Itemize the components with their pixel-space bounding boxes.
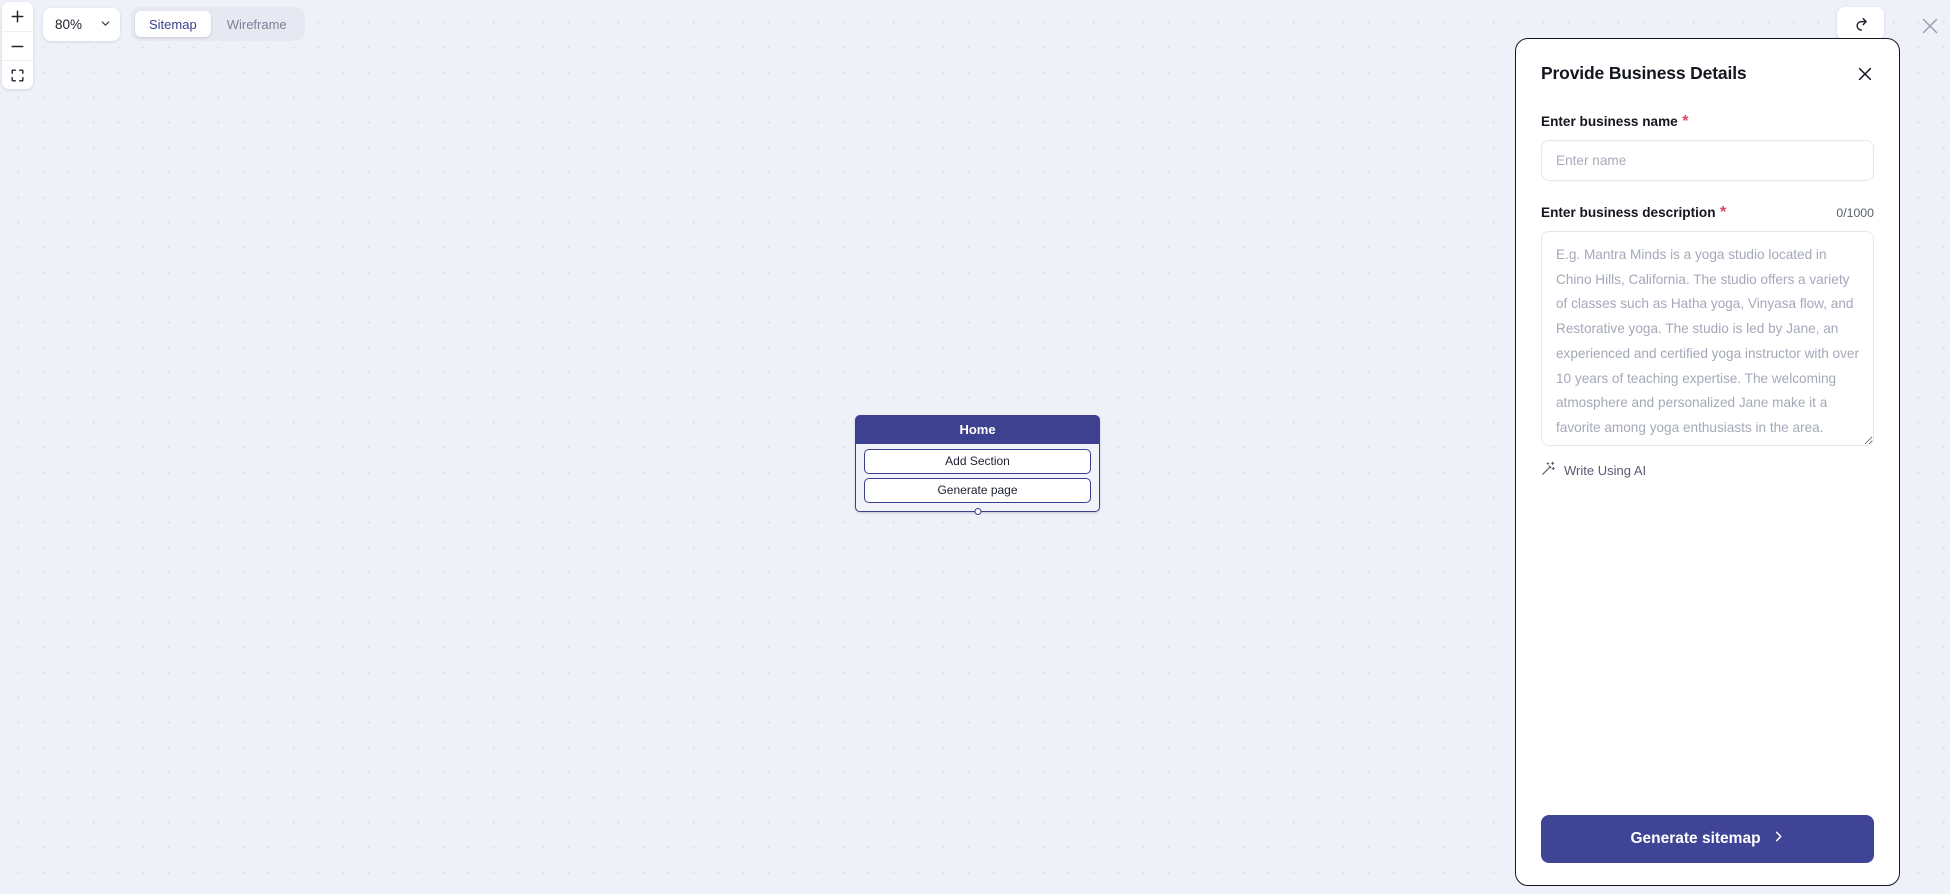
business-description-label-text: Enter business description xyxy=(1541,205,1716,220)
business-details-panel: Provide Business Details Enter business … xyxy=(1515,38,1900,886)
generate-sitemap-label: Generate sitemap xyxy=(1630,830,1761,847)
chevron-down-icon xyxy=(100,17,111,32)
global-close-icon[interactable] xyxy=(1915,11,1945,41)
generate-sitemap-button[interactable]: Generate sitemap xyxy=(1541,815,1874,863)
page-title: Provide Business Details xyxy=(1541,63,1747,83)
panel-header: Provide Business Details xyxy=(1541,63,1874,87)
view-mode-tabs: Sitemap Wireframe xyxy=(131,7,305,41)
zoom-level-value: 80% xyxy=(55,16,83,32)
node-connector-handle[interactable] xyxy=(974,508,981,515)
required-marker: * xyxy=(1682,113,1689,130)
tab-wireframe[interactable]: Wireframe xyxy=(213,11,301,37)
business-description-input[interactable] xyxy=(1541,231,1874,446)
magic-wand-icon xyxy=(1541,461,1556,479)
chevron-right-icon xyxy=(1772,830,1785,848)
top-toolbar: 80% Sitemap Wireframe xyxy=(43,7,305,41)
fit-to-screen-icon[interactable] xyxy=(2,60,33,89)
business-description-label: Enter business description * 0/1000 xyxy=(1541,204,1874,222)
business-name-label: Enter business name * xyxy=(1541,113,1874,131)
add-section-button[interactable]: Add Section xyxy=(864,449,1091,474)
close-icon[interactable] xyxy=(1852,61,1878,87)
business-name-label-text: Enter business name xyxy=(1541,114,1678,129)
sitemap-node-home[interactable]: Home Add Section Generate page xyxy=(855,415,1100,515)
node-title: Home xyxy=(856,416,1099,444)
write-using-ai-button[interactable]: Write Using AI xyxy=(1541,459,1646,481)
zoom-out-icon[interactable] xyxy=(2,31,33,60)
character-counter: 0/1000 xyxy=(1836,206,1874,220)
required-marker: * xyxy=(1719,204,1727,221)
zoom-controls xyxy=(2,2,33,89)
panel-spacer xyxy=(1541,481,1874,815)
write-using-ai-label: Write Using AI xyxy=(1564,462,1647,478)
business-description-label-group: Enter business description * xyxy=(1541,204,1726,222)
zoom-in-icon[interactable] xyxy=(2,2,33,31)
node-body: Add Section Generate page xyxy=(856,444,1099,511)
business-name-input[interactable] xyxy=(1541,140,1874,181)
redo-icon[interactable] xyxy=(1837,7,1884,40)
tab-sitemap[interactable]: Sitemap xyxy=(135,11,211,37)
zoom-level-select[interactable]: 80% xyxy=(43,7,120,41)
generate-page-button[interactable]: Generate page xyxy=(864,478,1091,503)
